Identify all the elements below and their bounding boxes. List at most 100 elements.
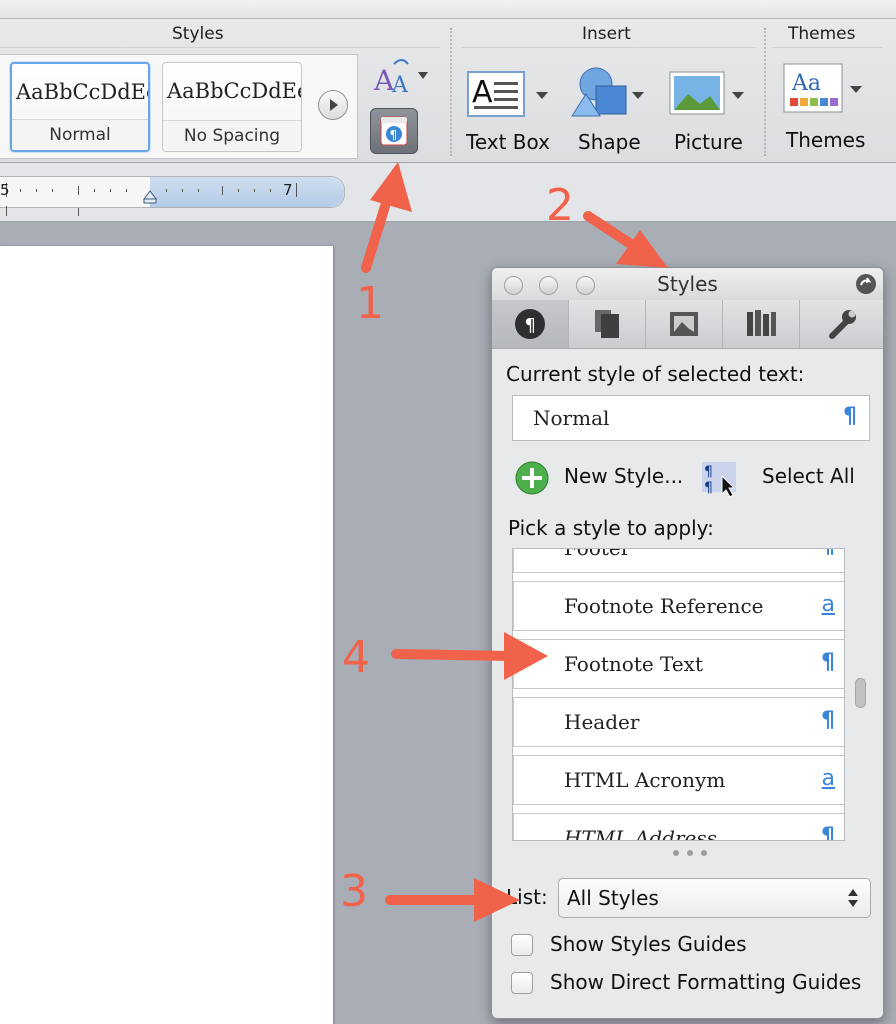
- panel-menu-icon[interactable]: [855, 273, 877, 295]
- new-style-button[interactable]: New Style...: [514, 458, 694, 498]
- ruler-tick: [78, 208, 79, 216]
- ruler-number: 7: [283, 181, 293, 199]
- style-tile-label: Normal: [12, 119, 148, 150]
- show-direct-formatting-label: Show Direct Formatting Guides: [550, 970, 862, 994]
- style-name: Footer: [564, 548, 631, 560]
- themes-group-label: Themes: [788, 24, 856, 44]
- select-all-label: Select All: [762, 464, 855, 488]
- group-separator: [764, 28, 766, 156]
- themes-icon-text: Aa: [791, 71, 821, 96]
- ruler-number: 5: [0, 181, 10, 199]
- annotation-number-2: 2: [546, 180, 574, 231]
- picture-icon: [669, 71, 744, 115]
- character-style-icon: a: [821, 592, 835, 617]
- paragraph-style-icon: ¶: [821, 549, 835, 559]
- pages-icon: [595, 310, 619, 338]
- show-styles-guides-checkbox[interactable]: [511, 934, 533, 956]
- tab-styles[interactable]: ¶: [492, 300, 569, 348]
- paragraph-mark-icon: ¶: [843, 404, 857, 429]
- text-box-label: Text Box: [466, 130, 550, 154]
- tab-tools[interactable]: [800, 300, 883, 348]
- change-case-button[interactable]: A A: [372, 56, 432, 98]
- themes-icon: Aa: [783, 63, 862, 113]
- list-item[interactable]: Header ¶: [513, 697, 844, 747]
- resize-handle-icon[interactable]: [670, 848, 710, 858]
- picture-label: Picture: [674, 130, 743, 154]
- style-list[interactable]: Footer ¶ Footnote Reference a Footnote T…: [512, 548, 845, 841]
- list-item[interactable]: Footnote Reference a: [513, 581, 844, 631]
- insert-group-bar: [462, 47, 756, 48]
- show-direct-formatting-checkbox[interactable]: [511, 972, 533, 994]
- list-filter-select[interactable]: All Styles: [558, 878, 871, 918]
- ruler[interactable]: 5 7: [0, 176, 345, 208]
- paragraph-style-icon: ¶: [821, 650, 835, 675]
- style-tile-normal[interactable]: AaBbCcDdEe Normal: [10, 62, 150, 152]
- style-tile-label: No Spacing: [163, 120, 301, 151]
- style-name: HTML Address: [564, 826, 717, 841]
- list-filter-label: List:: [506, 885, 548, 909]
- styles-group-bar: [0, 47, 440, 48]
- themes-group-bar: [772, 47, 882, 48]
- ribbon-top-strip: [0, 0, 896, 19]
- panel-tabs: ¶: [492, 300, 883, 349]
- annotation-number-4: 4: [342, 632, 370, 683]
- select-all-paragraphs-icon: ¶ ¶: [702, 462, 736, 498]
- svg-text:A: A: [472, 75, 493, 110]
- tab-document-elements[interactable]: [569, 300, 646, 348]
- panel-title-bar[interactable]: Styles: [492, 268, 883, 301]
- styles-group-label: Styles: [172, 24, 224, 44]
- show-styles-guides-label: Show Styles Guides: [550, 932, 747, 956]
- current-style-value: Normal: [533, 406, 610, 430]
- list-item[interactable]: Footnote Text ¶: [513, 639, 844, 689]
- list-filter-value: All Styles: [567, 886, 659, 910]
- list-item[interactable]: HTML Acronym a: [513, 755, 844, 805]
- tab-reference-tools[interactable]: [723, 300, 800, 348]
- svg-text:¶: ¶: [390, 128, 398, 142]
- document-page[interactable]: [0, 246, 333, 1024]
- annotation-number-3: 3: [340, 866, 368, 917]
- up-down-arrows-icon: [848, 889, 858, 907]
- list-item[interactable]: HTML Address ¶: [513, 813, 844, 841]
- svg-text:A: A: [391, 73, 409, 96]
- style-tile-no-spacing[interactable]: AaBbCcDdEe No Spacing: [162, 62, 302, 152]
- paragraph-style-icon: ¶: [821, 824, 835, 841]
- styles-panel: Styles ¶ Current style of selected text:…: [491, 267, 884, 1019]
- paragraph-icon: ¶: [515, 309, 545, 339]
- annotation-number-1: 1: [356, 278, 384, 329]
- wrench-icon: [828, 310, 856, 339]
- pick-style-label: Pick a style to apply:: [508, 516, 714, 540]
- style-name: Footnote Reference: [564, 594, 764, 618]
- list-item[interactable]: Footer ¶: [513, 548, 844, 573]
- shape-button[interactable]: Shape: [566, 66, 656, 156]
- paragraph-style-icon: ¶: [821, 708, 835, 733]
- styles-pane-button[interactable]: ¶: [370, 108, 418, 154]
- style-name: Header: [564, 710, 640, 734]
- current-style-field: Normal ¶: [512, 395, 870, 441]
- shape-label: Shape: [578, 130, 641, 154]
- shape-icon: [571, 67, 644, 117]
- gallery-next-button[interactable]: [318, 90, 348, 120]
- character-style-icon: a: [821, 766, 835, 791]
- svg-text:¶: ¶: [525, 315, 536, 336]
- style-name: Footnote Text: [564, 652, 703, 676]
- plus-circle-icon: [515, 461, 549, 495]
- style-name: HTML Acronym: [564, 768, 726, 792]
- font-size-aa-icon: A A: [373, 59, 428, 98]
- select-all-button[interactable]: ¶ ¶ Select All: [700, 458, 870, 498]
- text-box-button[interactable]: A Text Box: [462, 66, 552, 156]
- paragraph-styles-icon: ¶: [380, 116, 408, 146]
- current-style-label: Current style of selected text:: [506, 362, 805, 386]
- insert-group-label: Insert: [582, 24, 631, 44]
- themes-button[interactable]: Aa Themes: [780, 60, 880, 156]
- themes-label: Themes: [786, 128, 866, 152]
- svg-text:¶: ¶: [704, 464, 713, 480]
- style-tile-sample: AaBbCcDdEe: [167, 79, 302, 103]
- text-box-icon: A: [467, 71, 548, 117]
- picture-button[interactable]: Picture: [664, 66, 754, 156]
- panel-title: Styles: [657, 272, 718, 296]
- group-separator: [450, 28, 452, 156]
- tab-media[interactable]: [646, 300, 723, 348]
- list-scrollbar-thumb[interactable]: [855, 678, 866, 708]
- ruler-tick: [6, 206, 7, 216]
- media-browser-icon: [670, 312, 698, 336]
